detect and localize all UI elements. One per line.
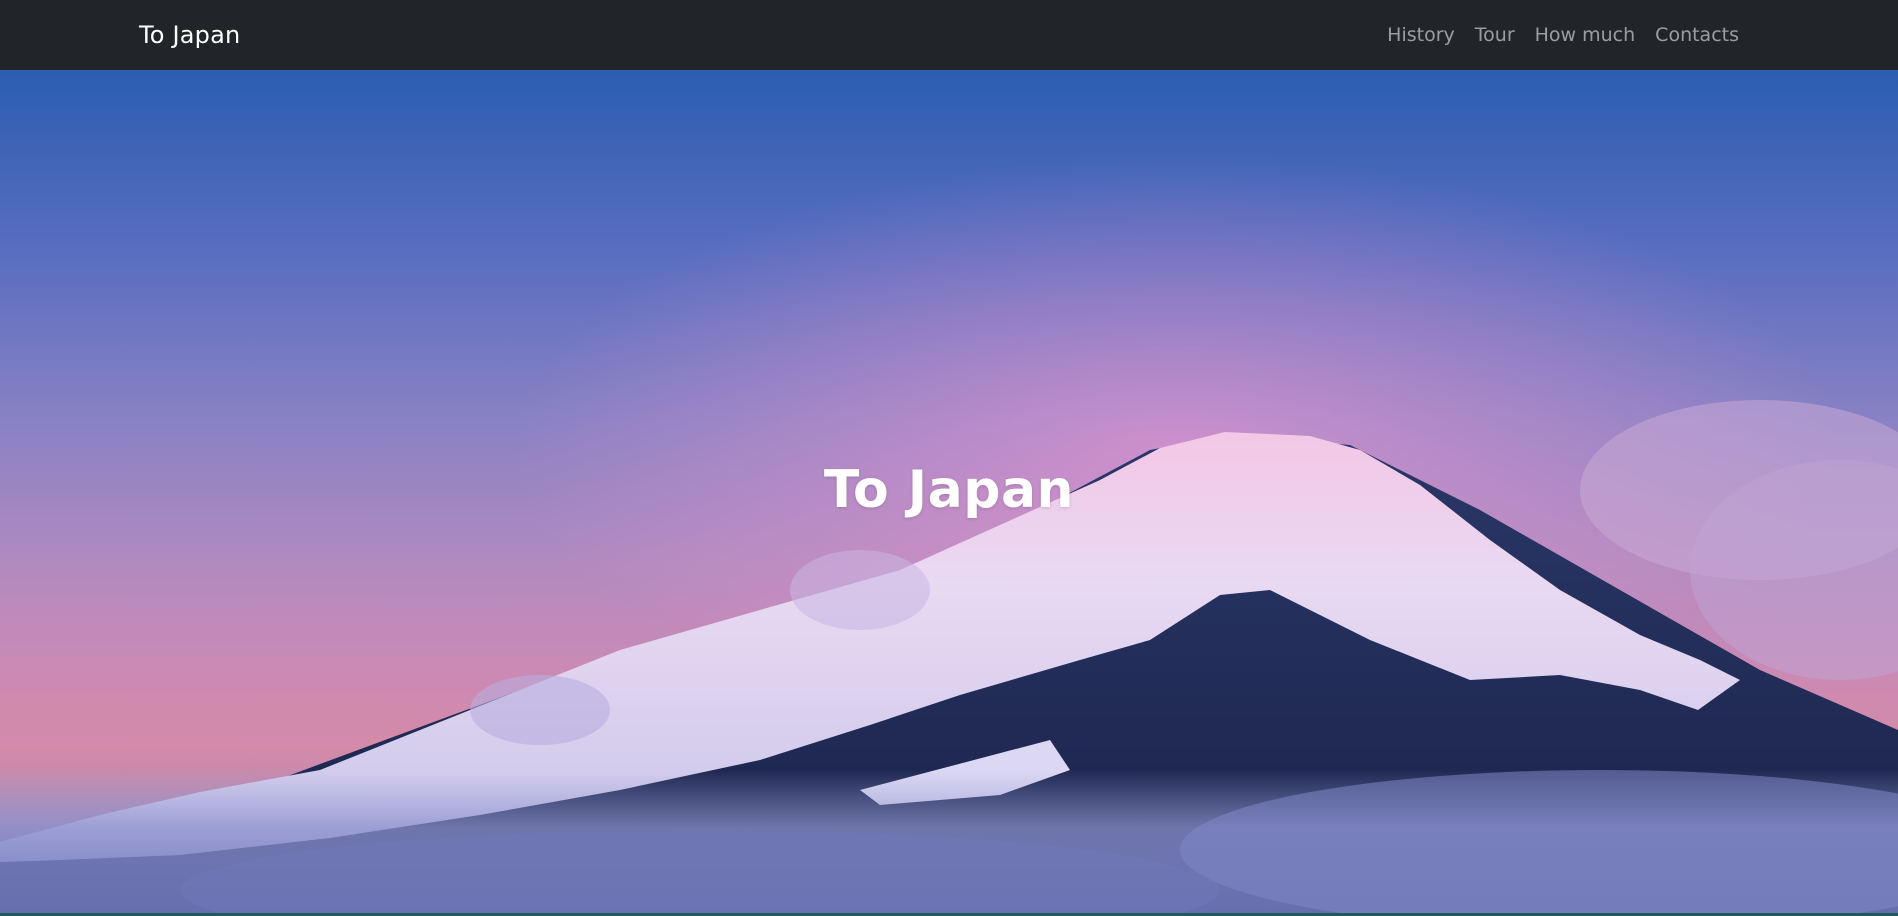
hero-section: To Japan: [0, 70, 1898, 916]
nav-link-how-much[interactable]: How much: [1525, 24, 1646, 46]
hero-title: To Japan: [823, 459, 1075, 520]
top-navbar: To Japan History Tour How much Contacts: [0, 0, 1898, 70]
nav-links: History Tour How much Contacts: [1377, 24, 1749, 46]
nav-link-tour[interactable]: Tour: [1465, 24, 1525, 46]
navbar-brand[interactable]: To Japan: [139, 21, 240, 49]
nav-link-history[interactable]: History: [1377, 24, 1465, 46]
nav-link-contacts[interactable]: Contacts: [1645, 24, 1749, 46]
